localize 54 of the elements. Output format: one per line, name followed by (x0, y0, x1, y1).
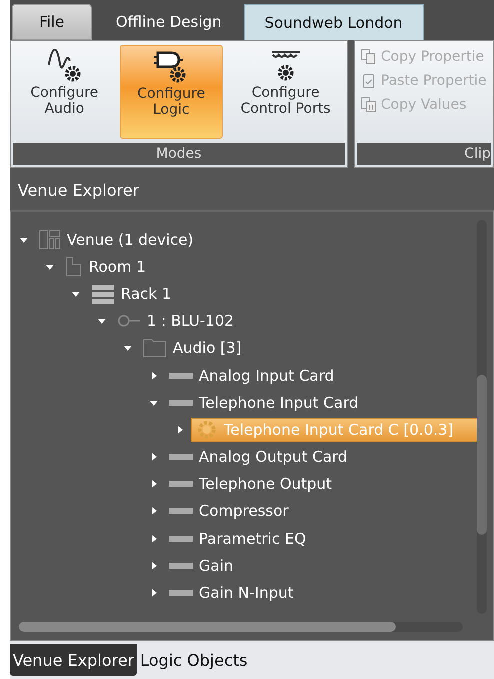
card-icon (169, 453, 193, 462)
mode-button[interactable]: Configure Logic (120, 45, 223, 139)
group-label: Modes (13, 143, 345, 165)
expander-icon[interactable] (149, 534, 159, 544)
expander-icon[interactable] (97, 316, 107, 326)
tree-item[interactable]: Gain (165, 556, 238, 576)
card-icon (169, 534, 193, 543)
clipboard-icon (361, 73, 377, 89)
card-icon (169, 589, 193, 598)
expander-icon[interactable] (149, 370, 159, 381)
rack-icon (91, 284, 115, 304)
expander-icon[interactable] (149, 506, 159, 516)
tree-item[interactable]: Compressor (165, 501, 293, 522)
expander-icon[interactable] (149, 452, 159, 462)
mode-button[interactable]: Configure Audio (13, 45, 116, 139)
copy-icon (361, 49, 377, 65)
panel-title: Venue Explorer (10, 170, 494, 210)
card-icon (169, 372, 193, 380)
wave-gear-icon (46, 49, 83, 83)
horizontal-scrollbar[interactable] (19, 622, 463, 632)
tree-item[interactable]: Parametric EQ (165, 528, 310, 549)
expander-icon[interactable] (149, 588, 159, 598)
card-icon (169, 507, 193, 516)
tree-item[interactable]: Audio [3] (139, 337, 246, 360)
tree-item[interactable]: Analog Output Card (165, 447, 352, 468)
expander-icon[interactable] (149, 479, 159, 490)
vertical-scrollbar[interactable] (477, 220, 487, 614)
tree-item[interactable]: Gain N-Input (165, 583, 298, 604)
tree-item[interactable]: Analog Input Card (165, 366, 338, 386)
card-icon (169, 398, 193, 407)
expander-icon[interactable] (149, 560, 159, 571)
layout-icon (39, 230, 61, 250)
tree-item[interactable]: Telephone Input Card (165, 392, 363, 413)
card-icon (169, 480, 193, 488)
expander-icon[interactable] (175, 424, 185, 435)
folder-icon (143, 338, 167, 358)
panel-tab[interactable]: Logic Objects (137, 644, 251, 676)
panel-tab[interactable]: Venue Explorer (10, 644, 138, 676)
device-icon (117, 314, 141, 328)
expander-icon[interactable] (123, 343, 133, 354)
tree-item[interactable]: 1 : BLU-102 (113, 311, 238, 332)
card-icon (169, 562, 193, 570)
tree-item[interactable]: Telephone Output (165, 474, 336, 494)
tree-item[interactable]: Venue (1 device) (35, 228, 198, 251)
ribbon-tab[interactable]: File (12, 4, 92, 40)
tree-item[interactable]: Rack 1 (87, 282, 176, 305)
binary-copy-icon (361, 97, 377, 113)
mode-button[interactable]: Configure Control Ports (226, 45, 345, 139)
ribbon-tab[interactable]: Offline Design (96, 4, 242, 40)
room-icon (65, 256, 83, 277)
group-label: Clip (357, 143, 491, 165)
ribbon-tab[interactable]: Soundweb London (244, 4, 424, 40)
tree-item[interactable]: Room 1 (61, 256, 150, 278)
gear-icon (196, 420, 218, 440)
